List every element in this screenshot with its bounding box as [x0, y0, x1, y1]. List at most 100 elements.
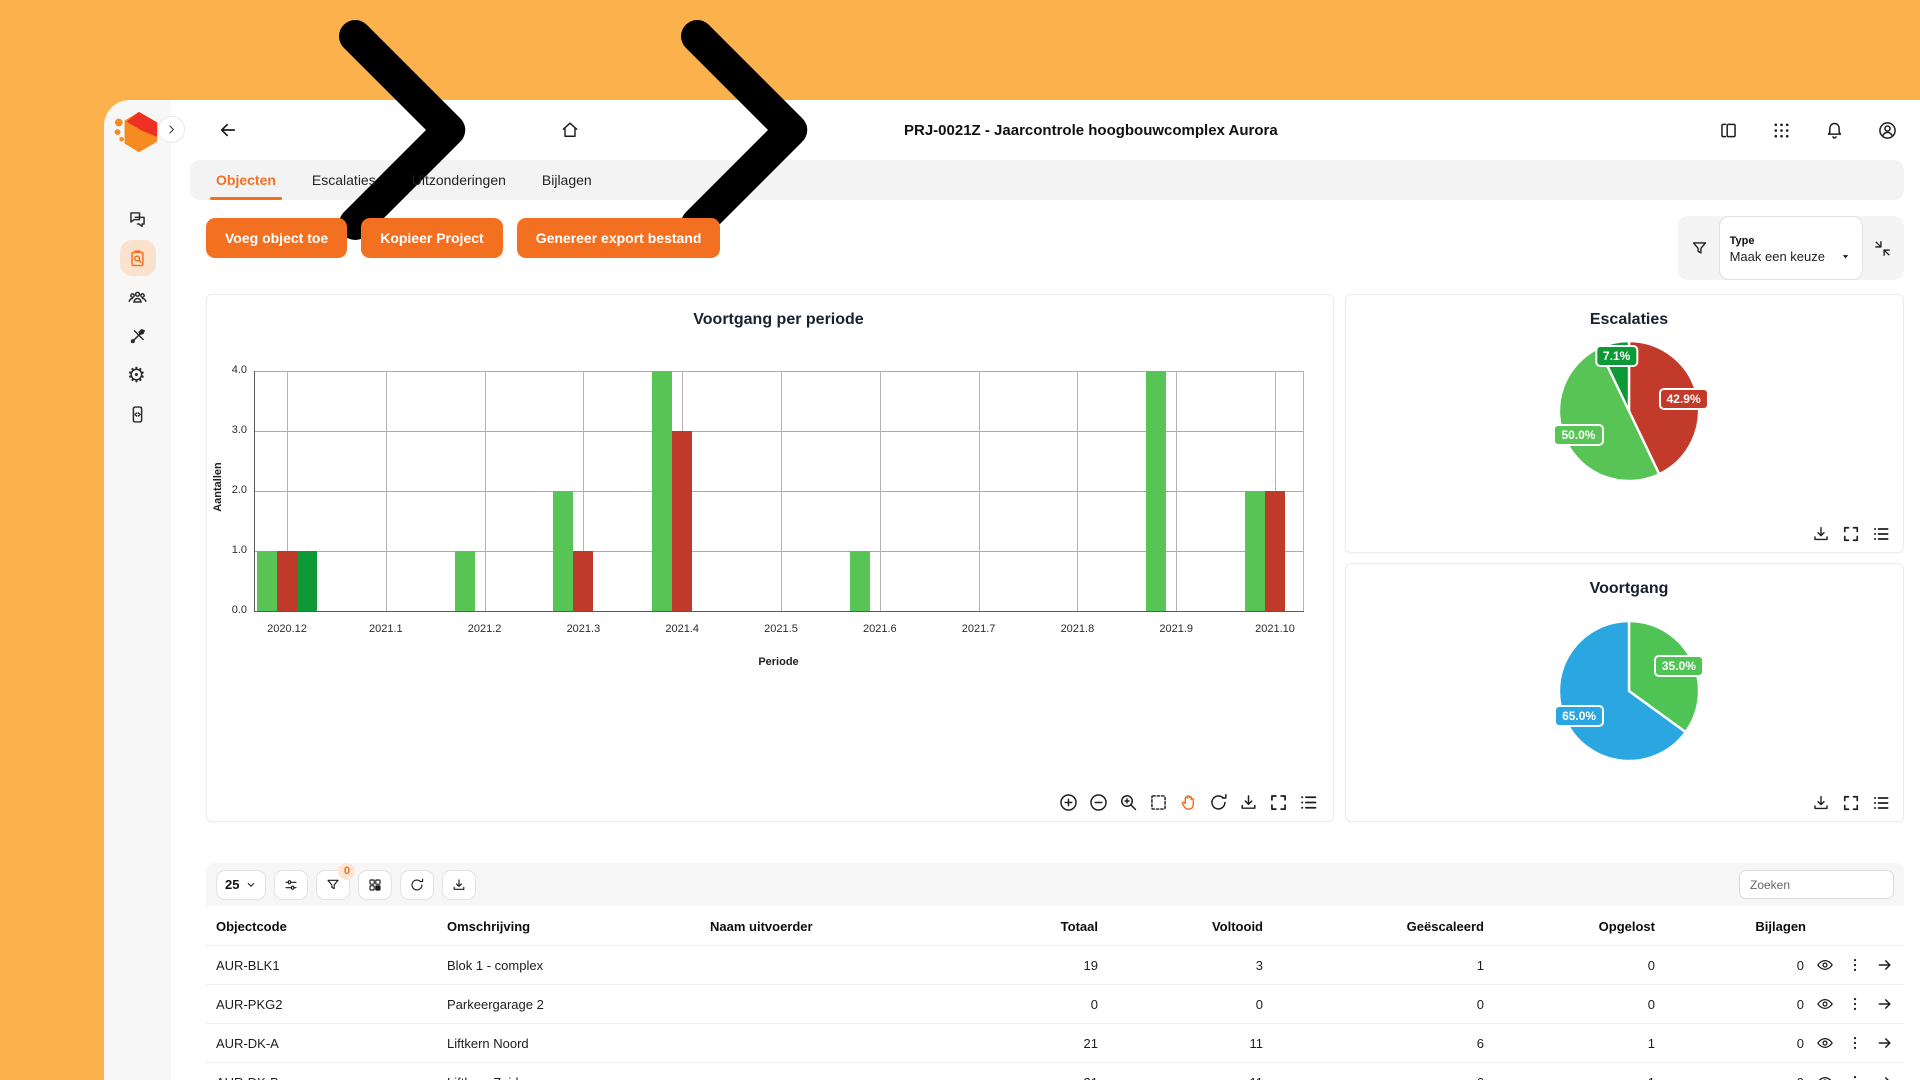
bar-rood-2021.4 — [672, 431, 692, 611]
table-toolbar-buttons: 0 — [274, 870, 476, 900]
fullscreen-icon[interactable] — [1268, 792, 1289, 813]
sidebar-item-chat[interactable] — [120, 201, 156, 237]
objects-table: ObjectcodeOmschrijvingNaam uitvoerderTot… — [206, 906, 1904, 1080]
tab-uitzonderingen[interactable]: Uitzonderingen — [394, 160, 524, 200]
page-size-select[interactable]: 25 — [216, 870, 266, 900]
sidebar-expand-button[interactable] — [158, 116, 185, 143]
voortgang-pie: 35.0%65.0% — [1555, 617, 1703, 765]
gridline — [781, 371, 782, 611]
cell-geëscaleerd: 6 — [1273, 1024, 1494, 1063]
cell-voltooid: 3 — [1108, 946, 1273, 985]
download-icon[interactable] — [1811, 793, 1831, 813]
arrow-right-icon[interactable] — [1876, 995, 1894, 1013]
arrow-right-icon[interactable] — [1876, 1073, 1894, 1080]
zoom-out-icon[interactable] — [1088, 792, 1109, 813]
arrow-right-icon[interactable] — [1876, 1034, 1894, 1052]
voortgang-card-actions — [1811, 793, 1891, 813]
table-toolbar: 25 0 — [206, 863, 1904, 906]
table-sliders-button[interactable] — [274, 870, 308, 900]
filter-count-badge: 0 — [338, 863, 355, 880]
table-kanban-button[interactable] — [358, 870, 392, 900]
cell-omschrijving: Blok 1 - complex — [437, 946, 700, 985]
column-header-naam-uitvoerder[interactable]: Naam uitvoerder — [700, 906, 960, 946]
back-button[interactable] — [218, 120, 238, 140]
list-icon[interactable] — [1871, 524, 1891, 544]
download-icon[interactable] — [1811, 524, 1831, 544]
refresh-icon[interactable] — [1208, 792, 1229, 813]
eye-icon[interactable] — [1816, 1073, 1834, 1080]
sidebar-item-clipboard-search[interactable] — [120, 240, 156, 276]
list-icon[interactable] — [1871, 793, 1891, 813]
cell-objectcode: AUR-BLK1 — [206, 946, 437, 985]
cell-opgelost: 1 — [1494, 1024, 1665, 1063]
bar-groen-2020.12 — [257, 551, 277, 611]
column-header-opgelost[interactable]: Opgelost — [1494, 906, 1665, 946]
column-header-omschrijving[interactable]: Omschrijving — [437, 906, 700, 946]
escalaties-pie: 42.9%50.0%7.1% — [1555, 337, 1703, 485]
table-download-button[interactable] — [442, 870, 476, 900]
escalaties-pie-title: Escalaties — [1346, 311, 1912, 329]
download-icon[interactable] — [1238, 792, 1259, 813]
list-icon[interactable] — [1298, 792, 1319, 813]
table-refresh-button[interactable] — [400, 870, 434, 900]
home-icon — [560, 120, 580, 140]
cell-naam-uitvoerder — [700, 946, 960, 985]
device-code-icon — [127, 404, 148, 425]
table-funnel-button[interactable]: 0 — [316, 870, 350, 900]
voeg-object-toe-button[interactable]: Voeg object toe — [206, 218, 347, 258]
genereer-export-bestand-button[interactable]: Genereer export bestand — [517, 218, 721, 258]
arrow-right-icon[interactable] — [1876, 956, 1894, 974]
home-button[interactable] — [560, 120, 580, 140]
fullscreen-icon[interactable] — [1841, 793, 1861, 813]
tab-escalaties[interactable]: Escalaties — [294, 160, 394, 200]
column-header-geëscaleerd[interactable]: Geëscaleerd — [1273, 906, 1494, 946]
tab-bijlagen[interactable]: Bijlagen — [524, 160, 610, 200]
sidebar-item-users[interactable] — [120, 279, 156, 315]
type-select[interactable]: Type Maak een keuze — [1719, 216, 1863, 280]
bar-groen-2021.3 — [553, 491, 573, 611]
kebab-icon[interactable] — [1846, 995, 1864, 1013]
cell-naam-uitvoerder — [700, 1063, 960, 1080]
cell-bijlagen: 0 — [1675, 958, 1804, 973]
funnel-icon[interactable] — [1690, 239, 1709, 258]
eye-icon[interactable] — [1816, 995, 1834, 1013]
hand-icon[interactable] — [1178, 792, 1199, 813]
collapse-icon[interactable] — [1873, 239, 1892, 258]
sidebar-item-device-code[interactable] — [120, 396, 156, 432]
tab-objecten[interactable]: Objecten — [198, 160, 294, 200]
bar-rood-2021.10 — [1265, 491, 1285, 611]
eye-icon[interactable] — [1816, 956, 1834, 974]
magnifier-plus-icon[interactable] — [1118, 792, 1139, 813]
page-title: PRJ-0021Z - Jaarcontrole hoogbouwcomplex… — [904, 122, 1278, 139]
cell-bijlagen: 0 — [1675, 1036, 1804, 1051]
panel-toggle-button[interactable] — [1718, 120, 1739, 141]
cell-naam-uitvoerder — [700, 1024, 960, 1063]
eye-icon[interactable] — [1816, 1034, 1834, 1052]
x-tick-label: 2021.8 — [1032, 623, 1122, 635]
sidebar-item-gear[interactable]: ⚙ — [120, 357, 156, 393]
column-header-totaal[interactable]: Totaal — [960, 906, 1108, 946]
search-input[interactable] — [1739, 870, 1894, 899]
column-header-bijlagen[interactable]: Bijlagen — [1665, 906, 1904, 946]
account-button[interactable] — [1877, 120, 1898, 141]
escalaties-pie-card: Escalaties 42.9%50.0%7.1% — [1345, 294, 1904, 553]
y-tick-label: 2.0 — [215, 484, 247, 496]
column-header-objectcode[interactable]: Objectcode — [206, 906, 437, 946]
kopieer-project-button[interactable]: Kopieer Project — [361, 218, 502, 258]
bell-button[interactable] — [1824, 120, 1845, 141]
zoom-in-icon[interactable] — [1058, 792, 1079, 813]
selection-box-icon[interactable] — [1148, 792, 1169, 813]
bar-groen-2021.4 — [652, 371, 672, 611]
kebab-icon[interactable] — [1846, 956, 1864, 974]
cell-naam-uitvoerder — [700, 985, 960, 1024]
kebab-icon[interactable] — [1846, 1073, 1864, 1080]
apps-grid-button[interactable] — [1771, 120, 1792, 141]
column-header-voltooid[interactable]: Voltooid — [1108, 906, 1273, 946]
kebab-icon[interactable] — [1846, 1034, 1864, 1052]
chevron-down-icon — [245, 879, 257, 891]
table-header-row: ObjectcodeOmschrijvingNaam uitvoerderTot… — [206, 906, 1904, 946]
fullscreen-icon[interactable] — [1841, 524, 1861, 544]
x-tick-label: 2021.3 — [538, 623, 628, 635]
cell-geëscaleerd: 0 — [1273, 985, 1494, 1024]
sidebar-item-tools[interactable] — [120, 318, 156, 354]
